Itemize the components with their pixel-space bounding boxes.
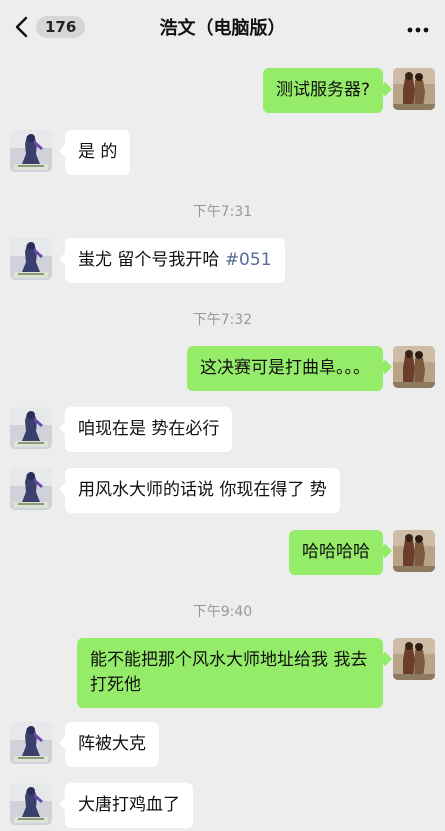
message-bubble[interactable]: 能不能把那个风水大师地址给我 我去打死他: [77, 638, 383, 708]
contact-avatar[interactable]: [10, 468, 52, 510]
message-bubble[interactable]: 用风水大师的话说 你现在得了 势: [65, 468, 340, 513]
timestamp: 下午9:40: [192, 604, 253, 620]
contact-avatar[interactable]: [10, 407, 52, 449]
message-bubble[interactable]: 测试服务器?: [262, 68, 383, 113]
chat-title: 浩文（电脑版）: [159, 18, 286, 39]
message-bubble[interactable]: 大唐打鸡血了: [65, 783, 193, 828]
chat-header: 176 浩文（电脑版）: [0, 0, 445, 56]
my-avatar[interactable]: [393, 346, 435, 388]
my-avatar[interactable]: [393, 638, 435, 680]
contact-avatar[interactable]: [10, 238, 52, 280]
message-bubble[interactable]: 是 的: [65, 130, 131, 175]
contact-avatar[interactable]: [10, 783, 52, 825]
timestamp: 下午7:32: [192, 312, 253, 328]
my-avatar[interactable]: [393, 68, 435, 110]
message-bubble[interactable]: 蚩尤 留个号我开哈 #051: [65, 238, 285, 283]
message-bubble[interactable]: 这决赛可是打曲阜。。。: [187, 346, 383, 391]
timestamp: 下午7:31: [192, 204, 253, 220]
contact-avatar[interactable]: [10, 722, 52, 764]
message-bubble[interactable]: 阵被大克: [65, 722, 159, 767]
message-bubble[interactable]: 咱现在是 势在必行: [65, 407, 233, 452]
hashtag-link[interactable]: #051: [225, 250, 272, 270]
more-dots-icon: [407, 18, 429, 37]
my-avatar[interactable]: [393, 530, 435, 572]
more-button[interactable]: [405, 14, 431, 40]
message-bubble[interactable]: 哈哈哈哈: [289, 530, 383, 575]
message-text: 蚩尤 留个号我开哈: [78, 250, 220, 270]
contact-avatar[interactable]: [10, 130, 52, 172]
